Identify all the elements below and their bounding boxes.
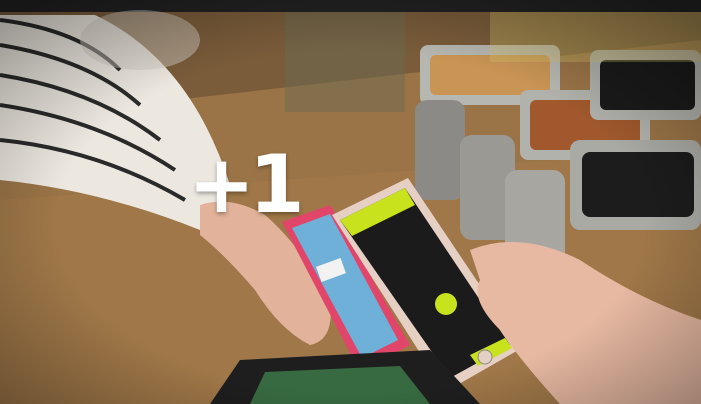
plus-one-overlay: +1 xyxy=(188,138,305,231)
scene-illustration xyxy=(0,0,701,404)
photo-background: +1 xyxy=(0,0,701,404)
